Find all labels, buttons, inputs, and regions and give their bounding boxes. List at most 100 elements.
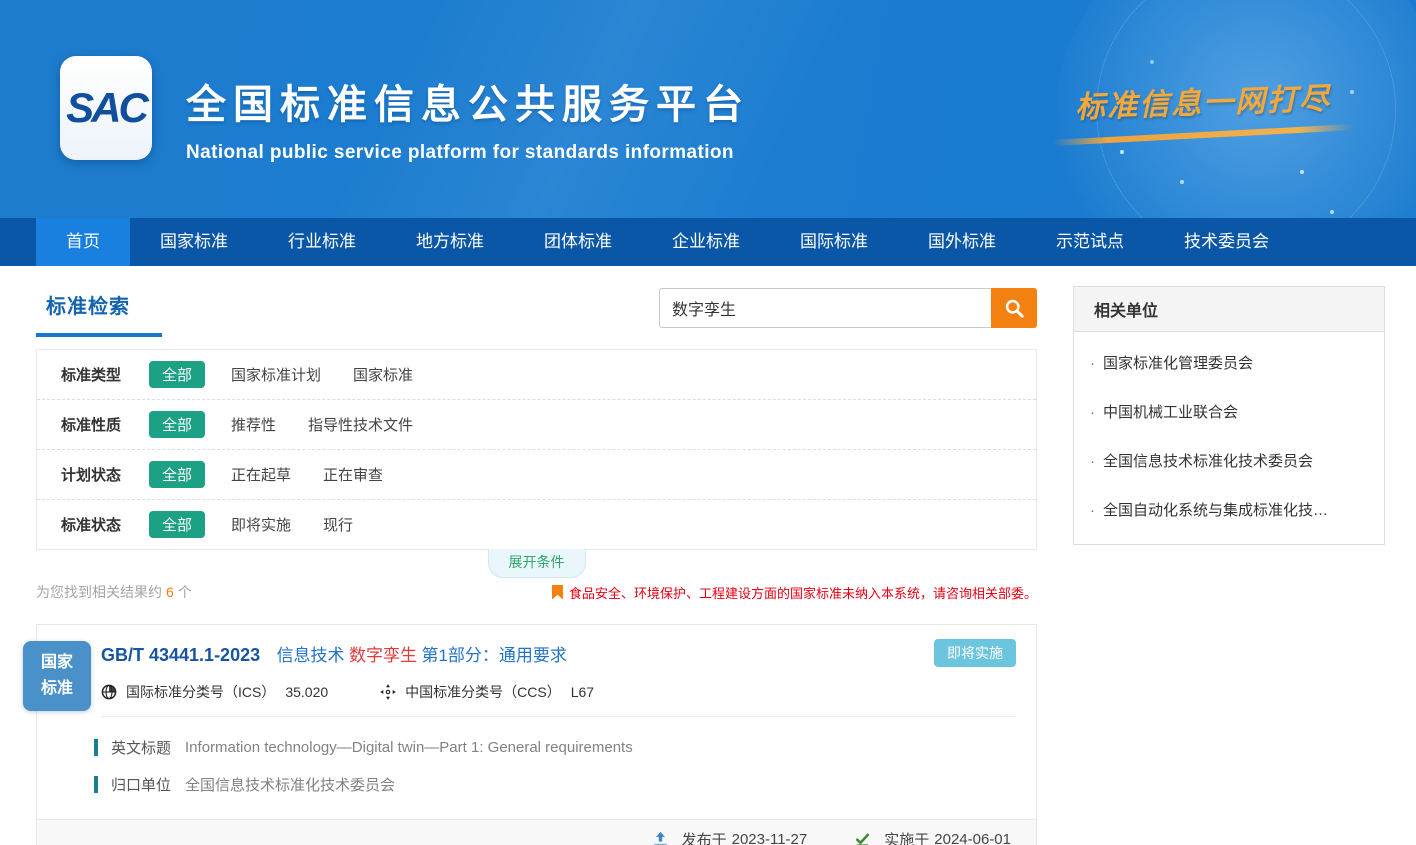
nav-tab[interactable]: 地方标准 (386, 218, 514, 266)
nav-tab[interactable]: 团体标准 (514, 218, 642, 266)
expand-wrap: 展开条件 (36, 550, 1037, 576)
related-unit-link[interactable]: 全国自动化系统与集成标准化技… (1074, 485, 1384, 534)
nav-tab[interactable]: 示范试点 (1026, 218, 1154, 266)
nav-tab[interactable]: 国家标准 (130, 218, 258, 266)
related-unit-link[interactable]: 国家标准化管理委员会 (1074, 338, 1384, 387)
tab-standard-search[interactable]: 标准检索 (36, 286, 162, 337)
filter-row: 标准类型 全部 国家标准计划 国家标准 (37, 350, 1036, 399)
ics-label: 国际标准分类号（ICS） (126, 682, 275, 702)
nav-tab[interactable]: 企业标准 (642, 218, 770, 266)
standard-code[interactable]: GB/T 43441.1-2023 (101, 645, 260, 665)
site-subtitle: National public service platform for sta… (186, 142, 750, 164)
implement-date-item: 实施于 2024-06-01 (854, 829, 1016, 845)
field-row: 归口单位 全国信息技术标准化技术委员会 (94, 774, 1016, 795)
title-post: 第1部分：通用要求 (421, 646, 566, 665)
ics-value: 35.020 (285, 684, 328, 700)
ics-item: 国际标准分类号（ICS） 35.020 (101, 682, 328, 702)
slogan-block: 标准信息一网打尽 (1048, 78, 1358, 138)
related-units-list: 国家标准化管理委员会中国机械工业联合会全国信息技术标准化技术委员会全国自动化系统… (1074, 332, 1384, 544)
field-tick-bar (94, 776, 98, 793)
sidebar: 相关单位 国家标准化管理委员会中国机械工业联合会全国信息技术标准化技术委员会全国… (1073, 286, 1385, 845)
search-box (659, 288, 1037, 328)
filter-row: 标准性质 全部 推荐性 指导性技术文件 (37, 399, 1036, 449)
slogan-text: 标准信息一网打尽 (1047, 73, 1358, 128)
nav-tab[interactable]: 国外标准 (898, 218, 1026, 266)
field-label: 归口单位 (111, 774, 171, 795)
results-summary: 为您找到相关结果约6个 (36, 582, 192, 602)
site-title: 全国标准信息公共服务平台 (186, 72, 750, 130)
title-pre: 信息技术 (277, 646, 345, 665)
publish-label: 发布于 (682, 829, 727, 845)
field-value: Information technology—Digital twin—Part… (185, 739, 633, 756)
filter-option[interactable]: 推荐性 (231, 414, 276, 435)
filter-all-button[interactable]: 全部 (149, 361, 205, 388)
related-units-title: 相关单位 (1074, 287, 1384, 332)
main-nav: 首页国家标准行业标准地方标准团体标准企业标准国际标准国外标准示范试点技术委员会 (0, 218, 1416, 266)
notice-text: 食品安全、环境保护、工程建设方面的国家标准未纳入本系统，请咨询相关部委。 (569, 583, 1037, 602)
summary-suffix: 个 (178, 584, 192, 600)
summary-count: 6 (166, 584, 174, 600)
field-value: 全国信息技术标准化技术委员会 (185, 774, 395, 795)
nav-tab[interactable]: 首页 (36, 218, 130, 266)
filter-option[interactable]: 指导性技术文件 (308, 414, 413, 435)
sac-logo[interactable]: SAC (60, 56, 152, 160)
filter-row: 标准状态 全部 即将实施 现行 (37, 499, 1036, 549)
publish-date: 2023-11-27 (732, 831, 808, 845)
card-footer: 发布于 2023-11-27 实施于 2024-06-01 (37, 819, 1036, 845)
system-notice: 食品安全、环境保护、工程建设方面的国家标准未纳入本系统，请咨询相关部委。 (552, 583, 1037, 602)
site-header: SAC 全国标准信息公共服务平台 National public service… (0, 0, 1416, 218)
classification-row: 国际标准分类号（ICS） 35.020 中国标准分类号（CCS） L6 (101, 682, 1016, 717)
search-input[interactable] (659, 288, 991, 328)
search-row: 标准检索 (36, 286, 1037, 337)
filter-all-button[interactable]: 全部 (149, 461, 205, 488)
search-button[interactable] (991, 288, 1037, 328)
field-label: 英文标题 (111, 737, 171, 758)
card-fields: 英文标题 Information technology—Digital twin… (37, 717, 1036, 819)
section-title: 标准检索 (46, 296, 130, 318)
filter-all-button[interactable]: 全部 (149, 511, 205, 538)
ccs-label: 中国标准分类号（CCS） (405, 682, 561, 702)
result-card[interactable]: 国家 标准 GB/T 43441.1-2023 信息技术 数字孪生 第1部分：通… (36, 624, 1037, 845)
main-column: 标准检索 标准类型 全部 国家标准计划 国家标准 (36, 286, 1037, 845)
status-badge: 即将实施 (934, 639, 1016, 667)
publish-icon (652, 831, 677, 845)
publish-date-item: 发布于 2023-11-27 (652, 829, 813, 845)
related-unit-link[interactable]: 中国机械工业联合会 (1074, 387, 1384, 436)
nav-tab[interactable]: 行业标准 (258, 218, 386, 266)
filter-panel: 标准类型 全部 国家标准计划 国家标准 标准性质 全部 推荐性 指导性技术文件 … (36, 349, 1037, 550)
site-title-block: 全国标准信息公共服务平台 National public service pla… (186, 72, 750, 164)
nav-tab[interactable]: 技术委员会 (1154, 218, 1299, 266)
filter-label: 计划状态 (61, 464, 149, 485)
nav-tab[interactable]: 国际标准 (770, 218, 898, 266)
filter-option[interactable]: 国家标准 (353, 364, 413, 385)
implement-check-icon (854, 831, 879, 845)
ccs-value: L67 (571, 684, 594, 700)
related-unit-link[interactable]: 全国信息技术标准化技术委员会 (1074, 436, 1384, 485)
filter-option[interactable]: 正在起草 (231, 464, 291, 485)
globe-icon (101, 684, 126, 700)
implement-label: 实施于 (884, 829, 929, 845)
sac-logo-text: SAC (66, 84, 146, 132)
content: 标准检索 标准类型 全部 国家标准计划 国家标准 (0, 266, 1416, 845)
filter-all-button[interactable]: 全部 (149, 411, 205, 438)
filter-option[interactable]: 正在审查 (323, 464, 383, 485)
card-head: GB/T 43441.1-2023 信息技术 数字孪生 第1部分：通用要求 即将… (37, 625, 1036, 717)
standard-title[interactable]: GB/T 43441.1-2023 信息技术 数字孪生 第1部分：通用要求 (101, 641, 1016, 666)
title-highlight: 数字孪生 (349, 646, 417, 665)
ccs-item: 中国标准分类号（CCS） L67 (380, 682, 594, 702)
filter-label: 标准性质 (61, 414, 149, 435)
related-units-box: 相关单位 国家标准化管理委员会中国机械工业联合会全国信息技术标准化技术委员会全国… (1073, 286, 1385, 545)
results-row: 为您找到相关结果约6个 食品安全、环境保护、工程建设方面的国家标准未纳入本系统，… (36, 582, 1037, 602)
filter-option[interactable]: 现行 (323, 514, 353, 535)
field-row: 英文标题 Information technology—Digital twin… (94, 737, 1016, 758)
filter-label: 标准类型 (61, 364, 149, 385)
expand-conditions-button[interactable]: 展开条件 (488, 549, 586, 578)
compass-icon (380, 684, 405, 700)
spark-dots-decoration (1120, 150, 1124, 154)
filter-row: 计划状态 全部 正在起草 正在审查 (37, 449, 1036, 499)
filter-option[interactable]: 即将实施 (231, 514, 291, 535)
search-icon (1004, 298, 1025, 319)
summary-prefix: 为您找到相关结果约 (36, 584, 162, 600)
bookmark-icon (552, 585, 563, 600)
filter-option[interactable]: 国家标准计划 (231, 364, 321, 385)
